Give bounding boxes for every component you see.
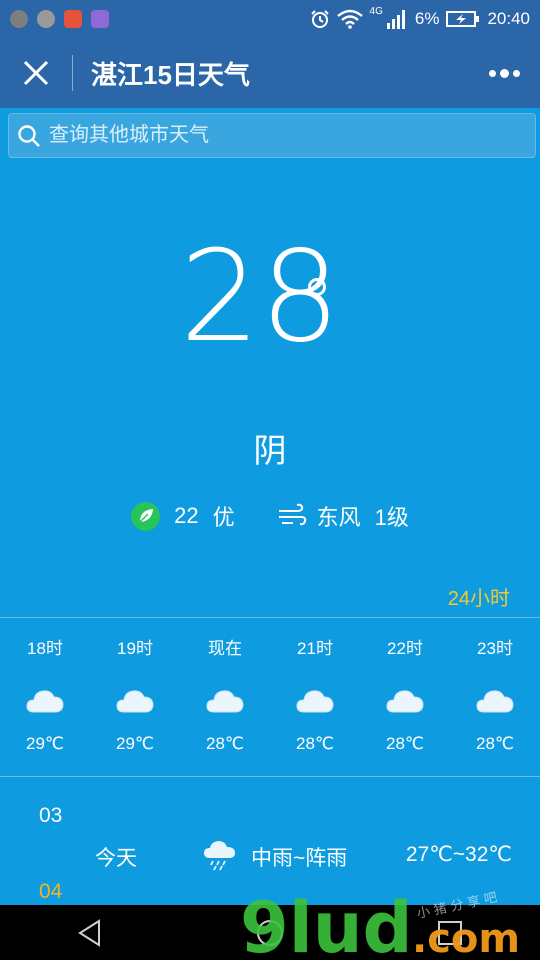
hourly-item: 现在 28℃: [180, 618, 270, 776]
hour-temp: 28℃: [205, 734, 244, 753]
alarm-icon: [310, 10, 329, 28]
leaf-icon: [139, 509, 153, 523]
back-icon[interactable]: [77, 918, 103, 947]
day-name: 今天: [95, 847, 137, 870]
app-notification-icon: [37, 10, 55, 28]
hour-label: 18时: [27, 639, 63, 658]
hour-label: 23时: [477, 639, 513, 658]
city-search-box[interactable]: [8, 113, 536, 158]
cloud-icon: [296, 690, 334, 713]
mail-notification-icon: [64, 10, 82, 28]
city-search-input[interactable]: [49, 124, 489, 147]
notification-icons: [10, 10, 109, 28]
gallery-notification-icon: [91, 10, 109, 28]
degree-symbol: [308, 278, 326, 296]
recents-icon[interactable]: [437, 920, 463, 946]
hourly-item: 19时 29℃: [90, 618, 180, 776]
day-condition: 中雨~阵雨: [251, 847, 348, 870]
cloud-icon: [116, 690, 154, 713]
title-bar: 湛江15日天气: [0, 38, 540, 108]
air-quality-badge[interactable]: [131, 501, 161, 531]
wind-level: 1级: [374, 505, 409, 530]
network-type: 4G: [369, 5, 383, 17]
search-icon: [18, 124, 40, 147]
hour-label: 21时: [297, 639, 333, 658]
daily-forecast-row[interactable]: 今天 中雨~阵雨 27℃~32℃: [0, 838, 540, 872]
hour-label: 19时: [117, 639, 153, 658]
current-condition: 阴: [253, 432, 287, 469]
signal-icon: [386, 10, 405, 29]
hour-label: 现在: [208, 639, 242, 658]
wind-direction: 东风: [316, 505, 361, 530]
hour-temp: 29℃: [115, 734, 154, 753]
hourly-item: 23时 28℃: [450, 618, 540, 776]
battery-charging-icon: [446, 11, 480, 27]
status-indicators: 4G 6% 20:40: [310, 5, 530, 29]
aqi-level: 优: [212, 505, 235, 530]
current-temperature-block: 28: [0, 232, 540, 362]
clock-time: 20:40: [487, 9, 530, 28]
cloud-icon: [26, 690, 64, 713]
cloud-icon: [386, 690, 424, 713]
air-wind-row: 22 优 东风 1级: [0, 500, 540, 532]
wind-icon: [278, 503, 306, 526]
app-notification-icon: [10, 10, 28, 28]
page-title: 湛江15日天气: [91, 59, 250, 90]
hour-label: 22时: [387, 639, 423, 658]
hourly-item: 22时 28℃: [360, 618, 450, 776]
home-icon[interactable]: [256, 919, 284, 947]
hour-temp: 28℃: [385, 734, 424, 753]
more-dots-icon: [500, 68, 509, 78]
wifi-icon: [336, 9, 363, 29]
more-dots-icon: [489, 69, 496, 77]
aqi-value: 22: [174, 503, 199, 528]
hourly-forecast-link[interactable]: 24小时: [448, 582, 510, 611]
hourly-item: 18时 29℃: [0, 618, 90, 776]
daily-date: 03: [39, 804, 63, 827]
more-dots-icon: [513, 69, 520, 77]
current-temperature: 28: [179, 223, 341, 370]
hour-temp: 28℃: [295, 734, 334, 753]
title-divider: [72, 55, 73, 91]
close-button[interactable]: [0, 38, 72, 108]
system-nav-bar: [0, 905, 540, 960]
hour-temp: 28℃: [475, 734, 514, 753]
hour-temp: 29℃: [25, 734, 64, 753]
cloud-icon: [476, 690, 514, 713]
hourly-forecast: 18时 29℃ 19时 29℃ 现在 28℃ 21时 28℃ 22时 28℃ 2…: [0, 617, 540, 777]
cloud-icon: [206, 690, 244, 713]
more-menu-button[interactable]: [489, 60, 520, 86]
day-temp-range: 27℃~32℃: [405, 843, 512, 866]
battery-percent: 6%: [414, 9, 440, 28]
status-bar: 4G 6% 20:40: [0, 0, 540, 38]
close-icon: [23, 60, 49, 86]
rain-cloud-icon: [204, 841, 235, 871]
hourly-item: 21时 28℃: [270, 618, 360, 776]
daily-date: 04: [39, 880, 63, 903]
